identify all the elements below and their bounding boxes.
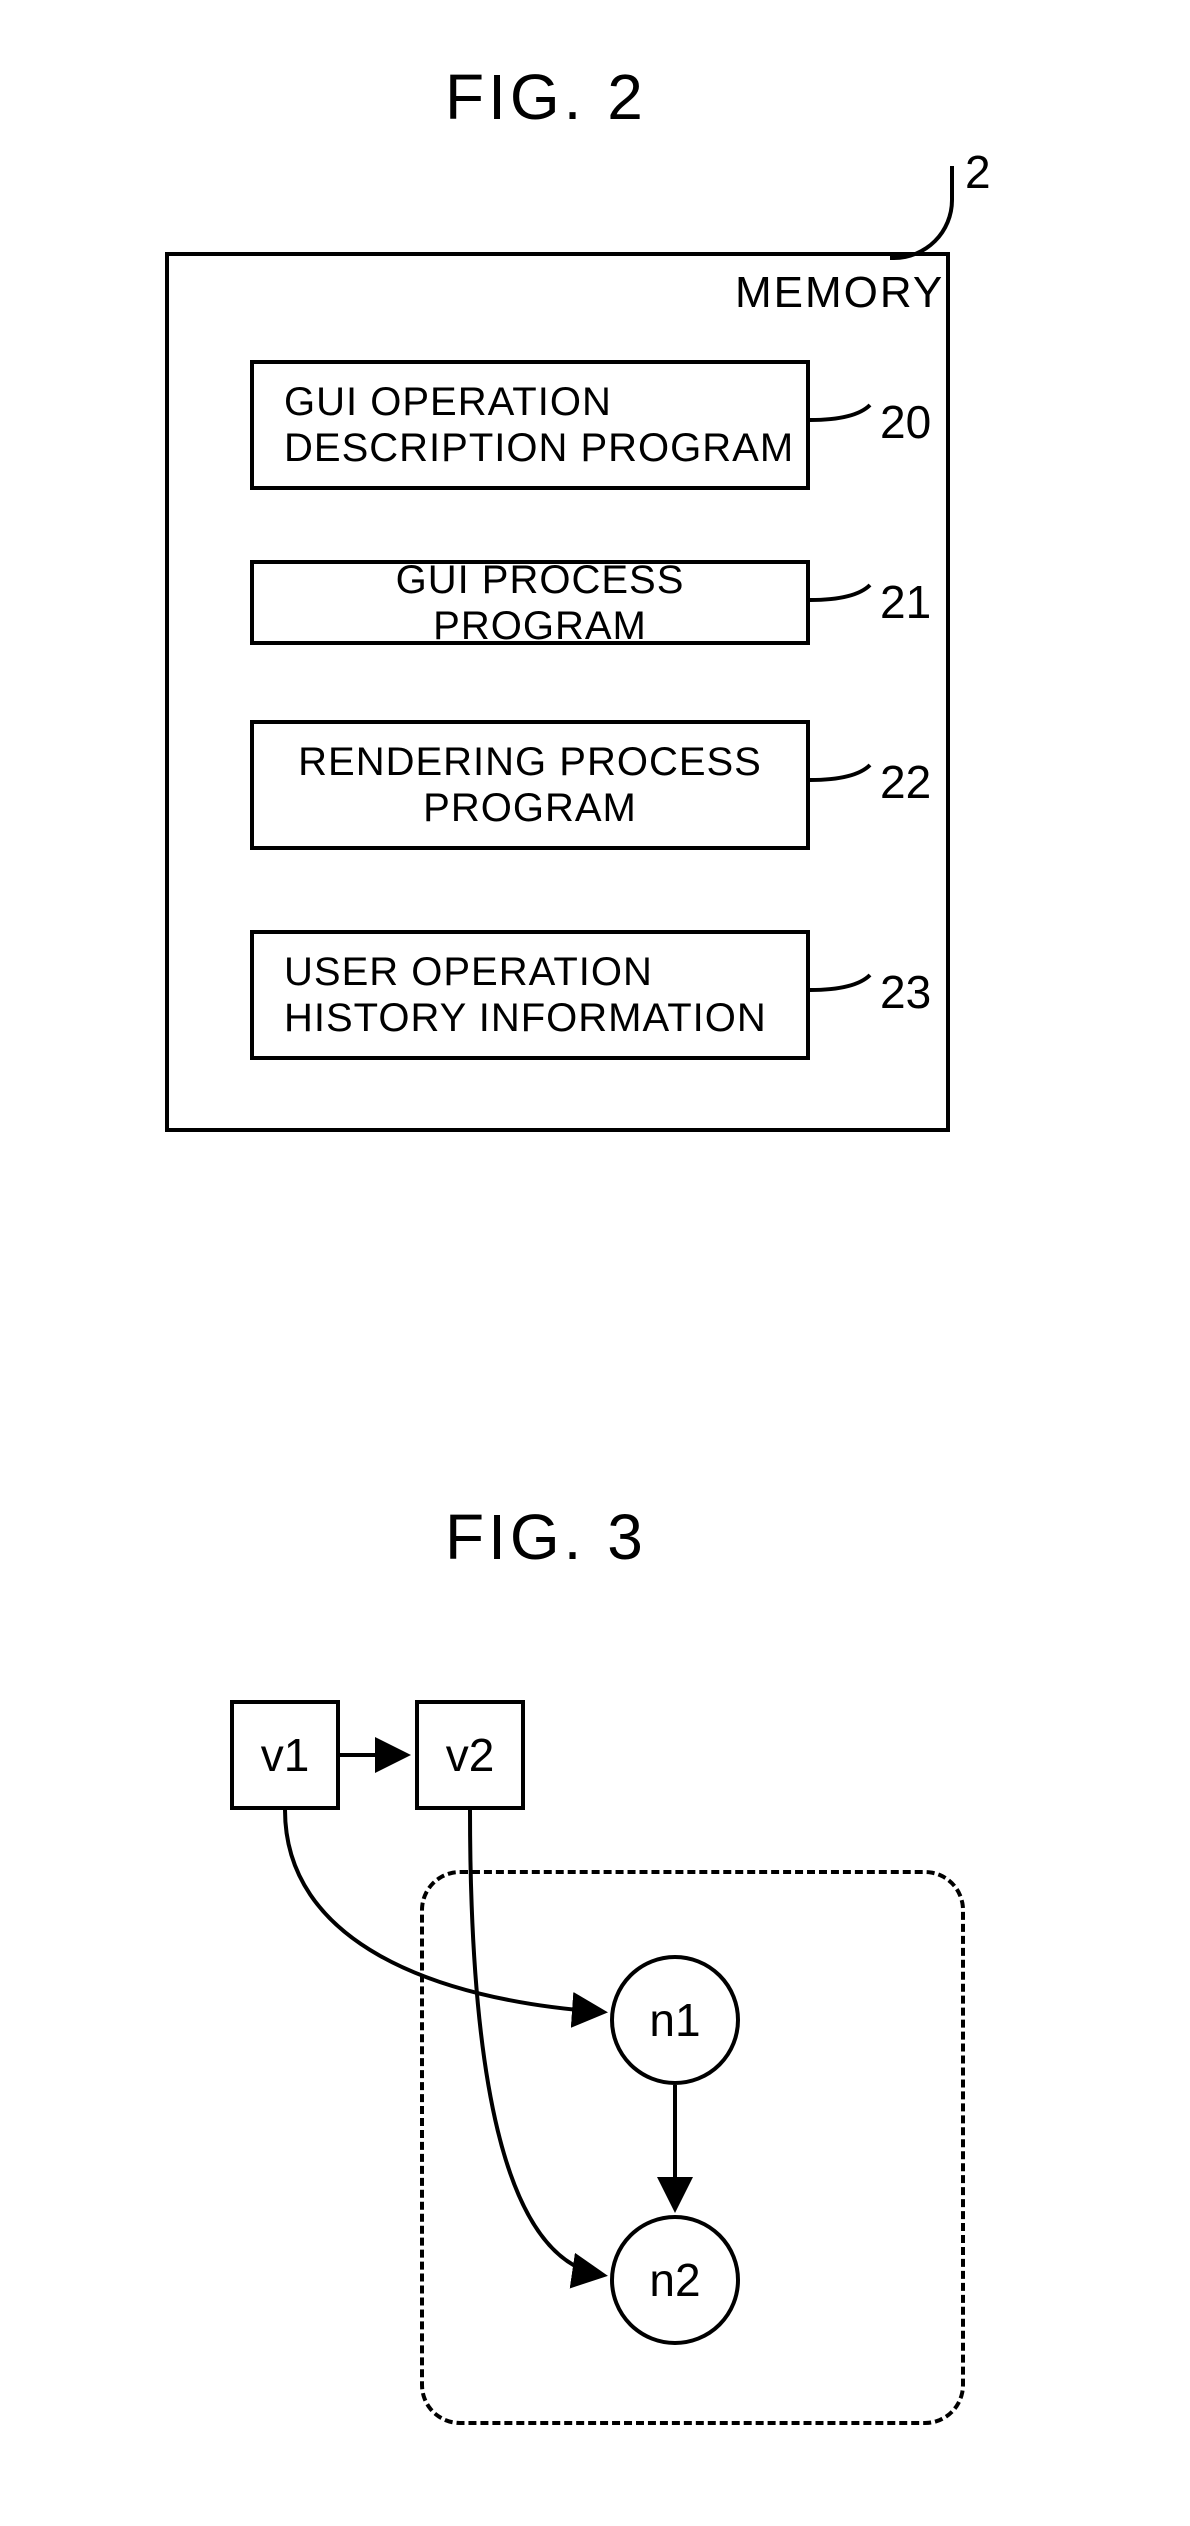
fig3-arrows [0, 0, 1190, 2526]
